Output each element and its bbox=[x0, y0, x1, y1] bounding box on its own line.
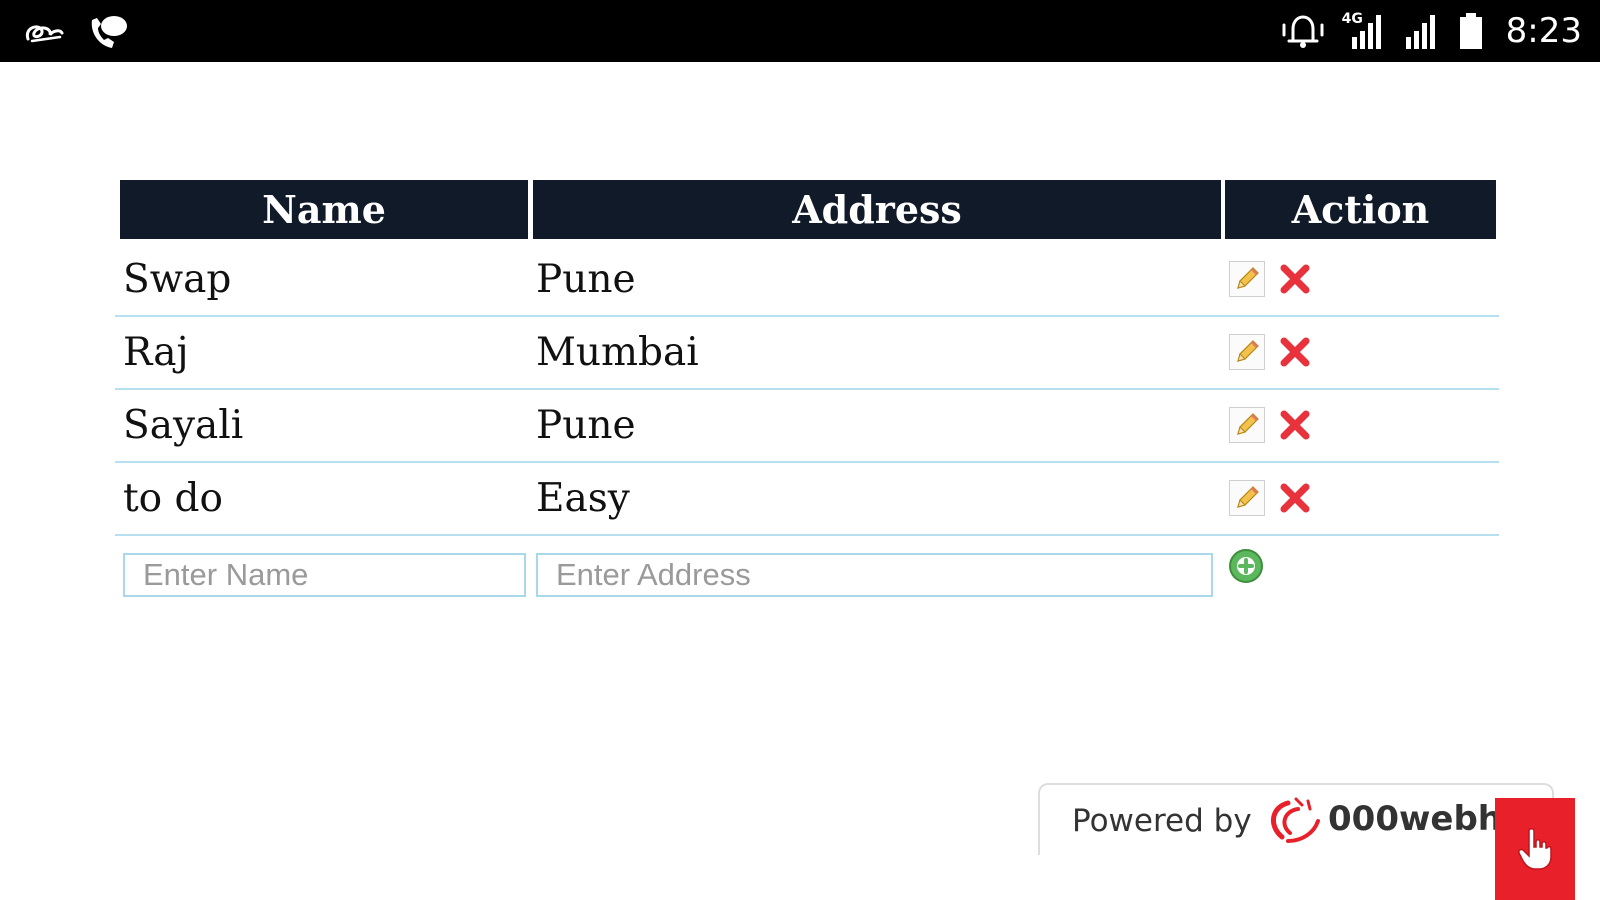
table-row: Swap Pune bbox=[115, 243, 1499, 317]
pencil-icon bbox=[1229, 480, 1265, 516]
cell-address: Easy bbox=[536, 476, 630, 521]
whatsapp-icon bbox=[86, 12, 130, 52]
delete-x-icon bbox=[1280, 410, 1310, 440]
status-bar: 4G 8:23 bbox=[0, 0, 1600, 62]
battery-icon bbox=[1456, 9, 1486, 53]
cell-address: Pune bbox=[536, 403, 636, 448]
pencil-icon bbox=[1229, 407, 1265, 443]
row-actions bbox=[1227, 259, 1315, 299]
edit-button[interactable] bbox=[1227, 332, 1267, 372]
row-actions bbox=[1227, 478, 1315, 518]
cell-name: Raj bbox=[123, 330, 189, 375]
address-input[interactable] bbox=[536, 553, 1213, 597]
header-action-label: Action bbox=[1291, 187, 1430, 232]
header-address: Address bbox=[533, 180, 1221, 239]
edit-button[interactable] bbox=[1227, 259, 1267, 299]
cell-name: Sayali bbox=[123, 403, 244, 448]
status-clock: 8:23 bbox=[1505, 11, 1582, 51]
app-logo-icon bbox=[22, 17, 66, 47]
table-row: to do Easy bbox=[115, 462, 1499, 536]
table-row: Sayali Pune bbox=[115, 389, 1499, 463]
cell-address: Mumbai bbox=[536, 330, 699, 375]
delete-x-icon bbox=[1280, 264, 1310, 294]
signal-4g-icon: 4G bbox=[1342, 9, 1388, 53]
powered-by-label: Powered by bbox=[1072, 803, 1252, 839]
cell-name: to do bbox=[123, 476, 223, 521]
hand-pointer-icon bbox=[1518, 828, 1552, 870]
signal-icon bbox=[1402, 9, 1442, 53]
edit-button[interactable] bbox=[1227, 478, 1267, 518]
webhost-logo-icon bbox=[1258, 795, 1324, 849]
name-input[interactable] bbox=[123, 553, 526, 597]
header-address-label: Address bbox=[792, 187, 962, 232]
delete-button[interactable] bbox=[1275, 259, 1315, 299]
header-name-label: Name bbox=[262, 187, 386, 232]
delete-button[interactable] bbox=[1275, 478, 1315, 518]
row-actions bbox=[1227, 405, 1315, 445]
header-action: Action bbox=[1225, 180, 1496, 239]
delete-x-icon bbox=[1280, 483, 1310, 513]
header-name: Name bbox=[120, 180, 528, 239]
row-actions bbox=[1227, 332, 1315, 372]
delete-button[interactable] bbox=[1275, 332, 1315, 372]
pencil-icon bbox=[1229, 261, 1265, 297]
feedback-button[interactable] bbox=[1495, 798, 1575, 900]
add-plus-icon bbox=[1229, 549, 1263, 583]
delete-button[interactable] bbox=[1275, 405, 1315, 445]
cell-address: Pune bbox=[536, 257, 636, 302]
pencil-icon bbox=[1229, 334, 1265, 370]
powered-by-badge[interactable]: Powered by 000webhos bbox=[1038, 783, 1554, 855]
cell-name: Swap bbox=[123, 257, 232, 302]
delete-x-icon bbox=[1280, 337, 1310, 367]
add-button[interactable] bbox=[1226, 546, 1266, 586]
table-row: Raj Mumbai bbox=[115, 316, 1499, 390]
edit-button[interactable] bbox=[1227, 405, 1267, 445]
alarm-bell-icon bbox=[1278, 11, 1328, 51]
